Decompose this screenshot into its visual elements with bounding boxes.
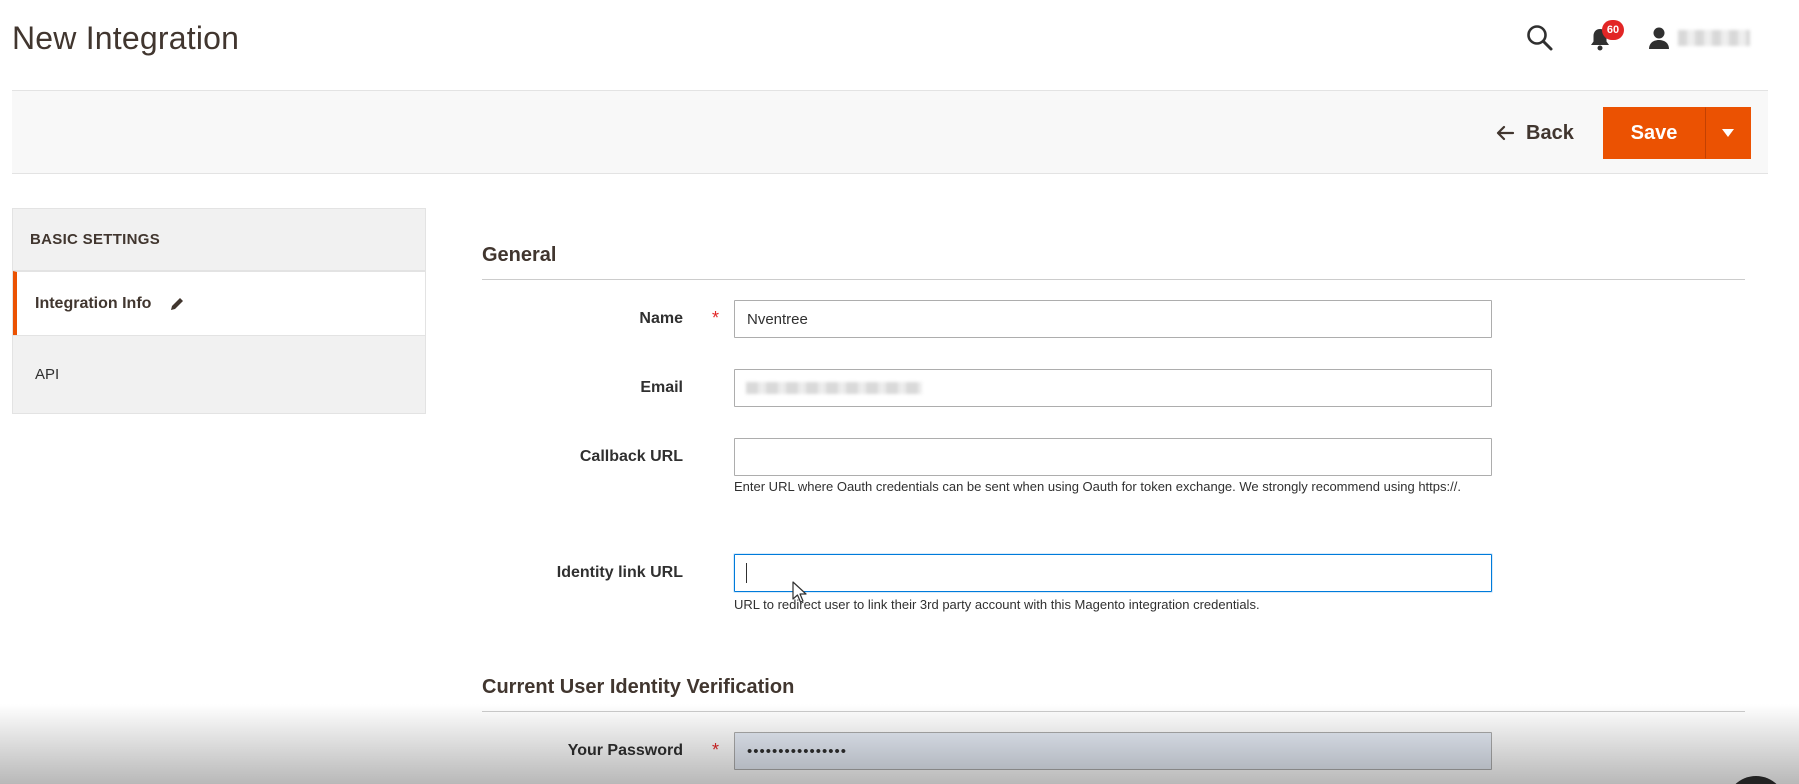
page-header: New Integration 60	[0, 0, 1799, 90]
password-input[interactable]	[734, 732, 1492, 770]
callback-url-input[interactable]	[734, 438, 1492, 476]
name-label: Name	[639, 310, 683, 327]
required-marker: *	[712, 740, 720, 760]
corner-overlay	[1726, 776, 1786, 784]
email-value-redacted	[746, 382, 922, 394]
pencil-icon	[171, 297, 184, 310]
page-actions-bar: Back Save	[12, 90, 1768, 174]
sidebar-item-label: API	[35, 366, 60, 383]
sidebar-item-integration-info[interactable]: Integration Info	[13, 271, 425, 335]
identity-link-url-label: Identity link URL	[556, 564, 683, 581]
identity-link-url-input[interactable]	[734, 554, 1492, 592]
password-label: Your Password	[567, 742, 683, 759]
mouse-cursor-icon	[792, 581, 807, 603]
page-title: New Integration	[12, 20, 240, 56]
name-input[interactable]	[734, 300, 1492, 338]
email-label: Email	[640, 379, 683, 396]
back-button[interactable]: Back	[1494, 117, 1574, 149]
sidebar-item-api[interactable]: API	[13, 335, 425, 413]
sidebar-title: BASIC SETTINGS	[13, 209, 425, 271]
search-button[interactable]	[1524, 22, 1556, 54]
save-options-toggle[interactable]	[1705, 107, 1751, 159]
callback-url-label: Callback URL	[579, 448, 683, 465]
sidebar: BASIC SETTINGS Integration Info API	[12, 208, 426, 414]
notification-count-badge: 60	[1602, 20, 1624, 40]
save-split-button: Save	[1603, 107, 1751, 159]
general-section-title: General	[482, 244, 1745, 280]
account-name-redacted	[1678, 30, 1750, 46]
sidebar-item-label: Integration Info	[35, 294, 152, 312]
text-caret	[746, 563, 747, 583]
user-icon	[1649, 27, 1669, 49]
caret-down-icon	[1722, 129, 1734, 137]
required-marker: *	[712, 308, 720, 328]
arrow-left-icon	[1496, 125, 1515, 141]
identity-link-url-note: URL to redirect user to link their 3rd p…	[734, 597, 1260, 612]
account-menu-button[interactable]	[1646, 22, 1756, 54]
callback-url-note: Enter URL where Oauth credentials can be…	[734, 479, 1461, 494]
back-button-label: Back	[1526, 121, 1574, 144]
verification-section-title: Current User Identity Verification	[482, 676, 1745, 712]
notifications-button[interactable]: 60	[1586, 20, 1626, 54]
search-icon	[1527, 25, 1553, 51]
save-button[interactable]: Save	[1603, 107, 1705, 159]
